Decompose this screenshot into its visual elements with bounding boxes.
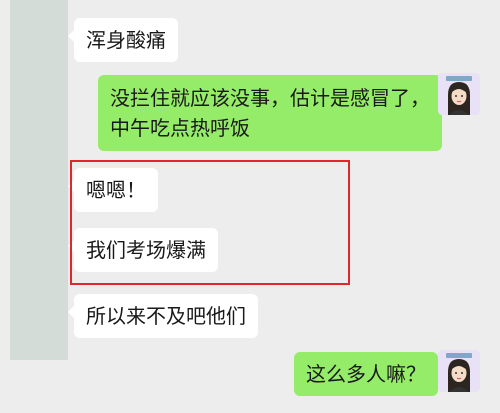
incoming-message-bubble[interactable]: 所以来不及吧他们 [68,294,258,338]
message-text-line: 中午吃点热呼饭 [110,116,250,140]
avatar-portrait-icon [448,82,470,115]
message-text-line: 没拦住就应该没事，估计是感冒了， [110,86,430,110]
message-text: 这么多人嘛？ [306,362,426,386]
message-text: 所以来不及吧他们 [86,304,246,328]
left-avatar-strip [10,0,68,360]
outgoing-message-bubble[interactable]: 这么多人嘛？ [294,352,444,396]
message-text: 浑身酸痛 [86,28,166,52]
user-avatar[interactable] [438,73,480,115]
user-avatar[interactable] [438,350,480,392]
outgoing-message-bubble[interactable]: 没拦住就应该没事，估计是感冒了， 中午吃点热呼饭 [98,75,448,151]
incoming-message-bubble[interactable]: 浑身酸痛 [68,18,178,62]
highlight-annotation-box [70,160,350,285]
avatar-portrait-icon [448,359,470,392]
